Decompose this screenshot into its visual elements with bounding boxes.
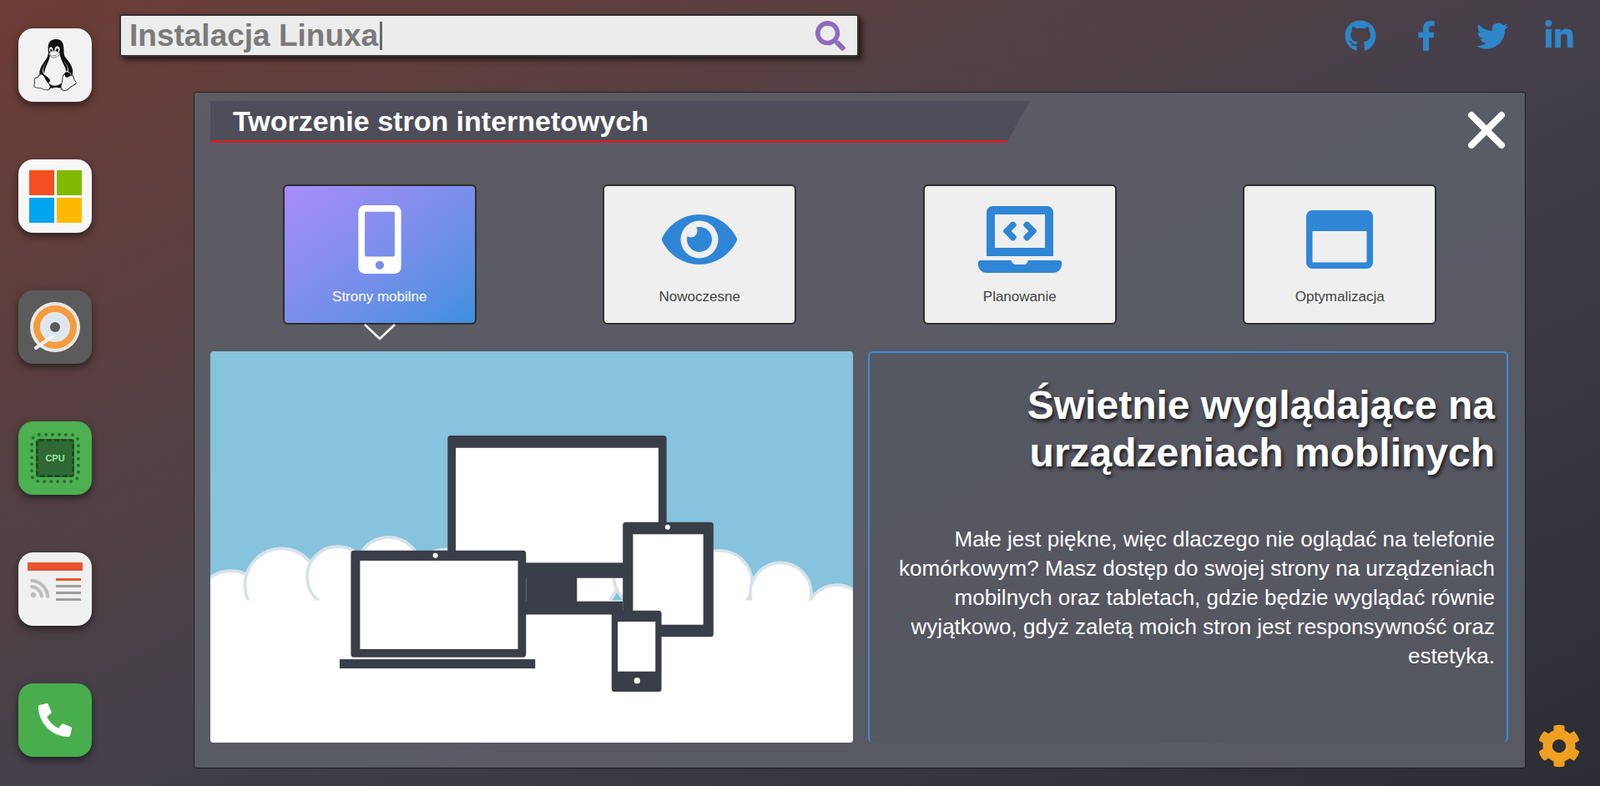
disk-app-icon[interactable]: [18, 290, 92, 364]
tab-row: Strony mobilne Nowoczesne Planowanie Optyma…: [194, 184, 1525, 325]
title-banner: Tworzenie stron internetowych: [210, 100, 1030, 143]
search-icon[interactable]: [815, 20, 846, 51]
windows-logo-icon: [29, 170, 82, 223]
rss-icon: [29, 577, 51, 600]
tab-card[interactable]: Optymalizacja: [1242, 184, 1437, 325]
description-body: Małe jest piękne, więc dlaczego nie oglą…: [894, 524, 1495, 672]
phone-app-icon[interactable]: [18, 683, 92, 758]
window-icon: [1306, 206, 1373, 273]
linkedin-icon[interactable]: [1543, 20, 1575, 52]
tab-card[interactable]: Nowoczesne: [602, 184, 797, 325]
laptop-code-icon: [978, 197, 1062, 282]
settings-gear-icon[interactable]: [1537, 724, 1581, 768]
text-caret: [379, 21, 383, 51]
search-bar[interactable]: Instalacja Linuxa: [119, 14, 859, 57]
news-header-bar: [27, 562, 83, 571]
linux-app-icon[interactable]: [18, 28, 92, 102]
desktop: CPU Instalacja Linuxa Tworzenie stron inte…: [0, 0, 1600, 786]
tab-label: Optymalizacja: [1295, 287, 1385, 307]
twitter-icon[interactable]: [1476, 20, 1509, 52]
tab-card[interactable]: Planowanie: [923, 184, 1117, 325]
devices-illustration: [210, 351, 853, 743]
content-area: Świetnie wyglądające na urządzeniach mob…: [194, 351, 1525, 743]
selected-chevron-icon: [363, 323, 397, 342]
tab-card[interactable]: Strony mobilne: [282, 184, 477, 325]
tab-label: Planowanie: [983, 287, 1057, 307]
search-input-text[interactable]: Instalacja Linuxa: [129, 16, 379, 56]
description-heading: Świetnie wyglądające na urządzeniach mob…: [894, 381, 1495, 477]
modal-window: Tworzenie stron internetowych Strony mobi…: [193, 91, 1526, 769]
news-app-icon[interactable]: [18, 552, 92, 626]
penguin-icon: [29, 39, 81, 91]
social-links: [1344, 20, 1575, 52]
phone-icon: [38, 703, 72, 737]
description-panel: Świetnie wyglądające na urządzeniach mob…: [868, 351, 1509, 743]
eye-icon: [661, 201, 737, 278]
tab-label: Strony mobilne: [332, 287, 427, 307]
github-icon[interactable]: [1344, 20, 1377, 52]
chip-label: CPU: [45, 451, 65, 466]
windows-app-icon[interactable]: [18, 159, 92, 233]
illustration-panel: [210, 351, 853, 743]
dock: CPU: [18, 28, 92, 758]
chip-icon: CPU: [35, 439, 75, 478]
tab-label: Nowoczesne: [659, 287, 741, 307]
cpu-app-icon[interactable]: CPU: [18, 421, 92, 495]
disk-icon: [27, 299, 83, 355]
window-title: Tworzenie stron internetowych: [232, 102, 649, 140]
mobile-icon: [345, 205, 414, 274]
facebook-icon[interactable]: [1411, 20, 1442, 51]
close-icon[interactable]: [1467, 111, 1506, 150]
